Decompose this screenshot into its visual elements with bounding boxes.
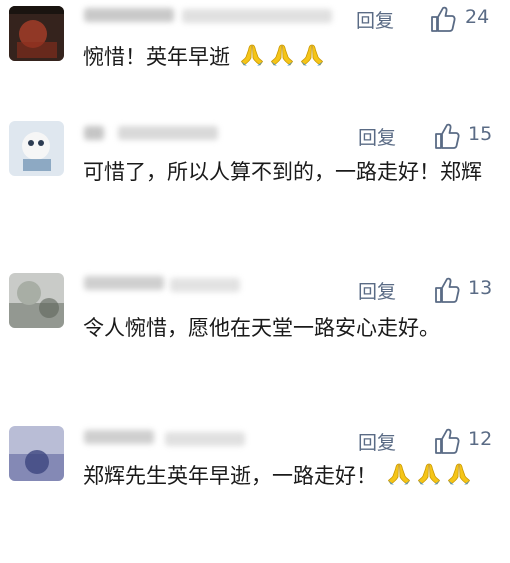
comment-text-content: 可惜了，所以人算不到的，一路走好！郑辉	[83, 160, 482, 184]
comment-text: 郑辉先生英年早逝，一路走好！	[83, 458, 503, 494]
comment-text: 令人惋惜，愿他在天堂一路安心走好。	[83, 310, 493, 346]
reply-button[interactable]: 回复	[358, 277, 396, 304]
reply-button[interactable]: 回复	[358, 428, 396, 455]
comment-text-content: 令人惋惜，愿他在天堂一路安心走好。	[83, 316, 440, 340]
folded-hands-icon	[239, 43, 265, 67]
folded-hands-icon	[386, 462, 412, 486]
location-blurred	[182, 9, 332, 23]
folded-hands-icon	[269, 43, 295, 67]
like-count: 15	[468, 123, 493, 145]
folded-hands-icon	[446, 462, 472, 486]
thumbs-up-icon[interactable]	[434, 427, 460, 455]
folded-hands-icon	[416, 462, 442, 486]
comment-text: 惋惜！英年早逝	[83, 39, 503, 75]
thumbs-up-icon[interactable]	[430, 5, 456, 33]
comment-text-content: 惋惜！英年早逝	[83, 45, 230, 69]
like-count: 13	[468, 277, 493, 299]
location-blurred	[170, 278, 240, 292]
username-blurred	[84, 8, 174, 22]
reply-button[interactable]: 回复	[356, 6, 394, 33]
reply-button[interactable]: 回复	[358, 123, 396, 150]
location-blurred	[118, 126, 218, 140]
like-count: 12	[468, 428, 493, 450]
thumbs-up-icon[interactable]	[434, 122, 460, 150]
like-count: 24	[465, 6, 490, 28]
avatar[interactable]	[9, 426, 64, 481]
location-blurred	[165, 432, 245, 446]
folded-hands-icon	[299, 43, 325, 67]
comment-text-content: 郑辉先生英年早逝，一路走好！	[83, 464, 377, 488]
avatar[interactable]	[9, 273, 64, 328]
avatar[interactable]	[9, 121, 64, 176]
comment-list: 回复 24 惋惜！英年早逝 回复 15 可惜了，所以人算不到的，一路走好！郑辉	[0, 0, 510, 563]
username-blurred	[84, 430, 154, 444]
username-blurred	[84, 126, 104, 140]
username-blurred	[84, 276, 164, 290]
avatar[interactable]	[9, 6, 64, 61]
thumbs-up-icon[interactable]	[434, 276, 460, 304]
comment-text: 可惜了，所以人算不到的，一路走好！郑辉	[83, 154, 493, 190]
